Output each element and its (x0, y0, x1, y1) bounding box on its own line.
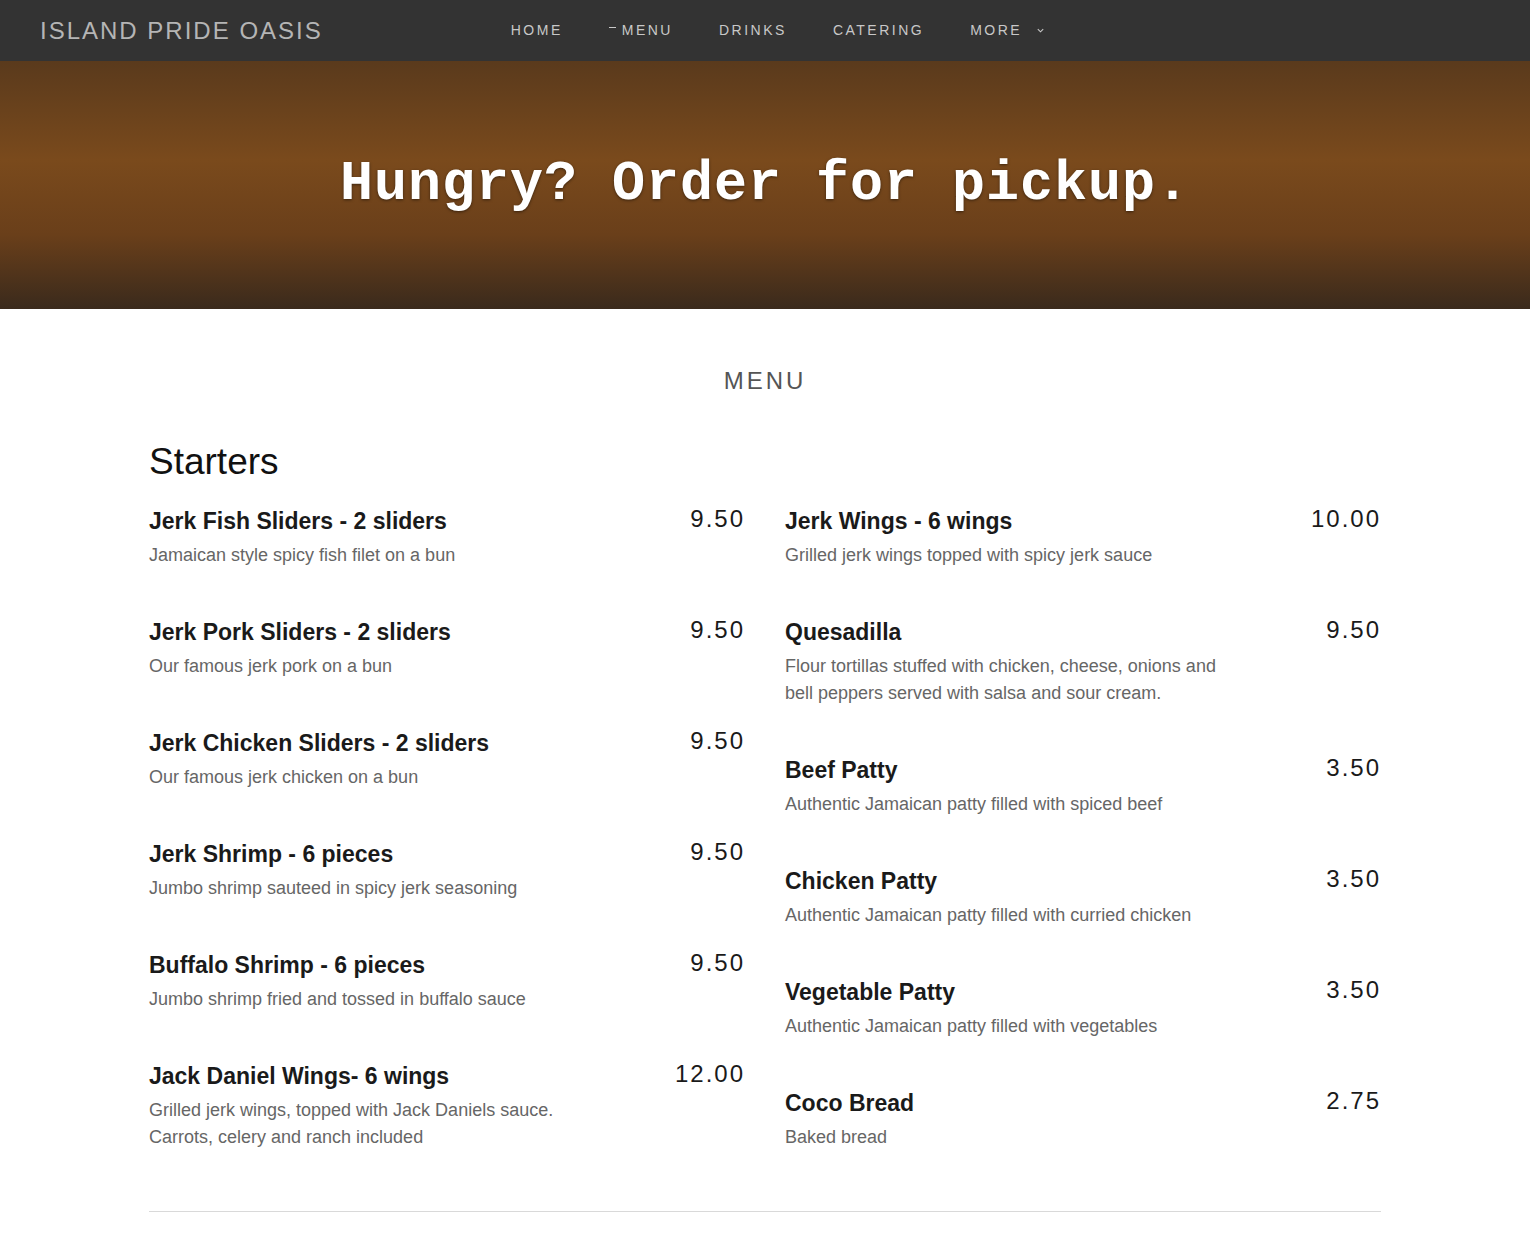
nav-label[interactable]: MORE (970, 20, 1022, 41)
nav-item[interactable]: DRINKS (696, 20, 810, 41)
menu-item-header: Coco Bread 2.75 (785, 1088, 1381, 1118)
menu-item[interactable]: Jerk Chicken Sliders - 2 sliders 9.50 Our … (149, 728, 745, 791)
menu-section: MENU Starters Jerk Fish Sliders - 2 slider… (149, 367, 1381, 1212)
menu-item[interactable]: Quesadilla 9.50 Flour tortillas stuffed wi… (785, 617, 1381, 707)
menu-item[interactable]: Jack Daniel Wings- 6 wings 12.00 Grilled j… (149, 1061, 745, 1151)
item-name: Jerk Shrimp - 6 pieces (149, 839, 393, 869)
item-name: Jerk Wings - 6 wings (785, 506, 1012, 536)
menu-item-header: Jack Daniel Wings- 6 wings 12.00 (149, 1061, 745, 1091)
item-name: Jerk Chicken Sliders - 2 sliders (149, 728, 489, 758)
nav-links: HOME MENU DRINKS CATERING MORE (488, 20, 1068, 41)
nav-label[interactable]: CATERING (833, 20, 924, 41)
item-price: 10.00 (1311, 506, 1381, 532)
item-description: Grilled jerk wings, topped with Jack Dan… (149, 1097, 599, 1151)
menu-item[interactable]: Beef Patty 3.50 Authentic Jamaican patty f… (785, 755, 1381, 818)
item-name: Jack Daniel Wings- 6 wings (149, 1061, 449, 1091)
section-divider (149, 1211, 1381, 1212)
nav-label[interactable]: DRINKS (719, 20, 787, 41)
item-description: Baked bread (785, 1124, 1235, 1151)
item-price: 3.50 (1326, 755, 1381, 781)
item-price: 9.50 (1326, 617, 1381, 643)
item-description: Jumbo shrimp fried and tossed in buffalo… (149, 986, 599, 1013)
menu-item-header: Jerk Chicken Sliders - 2 sliders 9.50 (149, 728, 745, 758)
category-title: Starters (149, 440, 1381, 484)
nav-label[interactable]: HOME (511, 20, 563, 41)
menu-item[interactable]: Jerk Shrimp - 6 pieces 9.50 Jumbo shrimp s… (149, 839, 745, 902)
item-description: Our famous jerk pork on a bun (149, 653, 599, 680)
item-name: Jerk Fish Sliders - 2 sliders (149, 506, 447, 536)
item-price: 2.75 (1326, 1088, 1381, 1114)
item-description: Authentic Jamaican patty filled with veg… (785, 1013, 1235, 1040)
menu-item-header: Chicken Patty 3.50 (785, 866, 1381, 896)
menu-item[interactable]: Jerk Wings - 6 wings 10.00 Grilled jerk wi… (785, 506, 1381, 569)
menu-item-header: Jerk Pork Sliders - 2 sliders 9.50 (149, 617, 745, 647)
menu-item-header: Beef Patty 3.50 (785, 755, 1381, 785)
item-name: Chicken Patty (785, 866, 937, 896)
item-price: 9.50 (690, 506, 745, 532)
hero-banner: Hungry? Order for pickup. (0, 61, 1530, 309)
menu-item[interactable]: Jerk Pork Sliders - 2 sliders 9.50 Our fam… (149, 617, 745, 680)
menu-item[interactable]: Vegetable Patty 3.50 Authentic Jamaican pa… (785, 977, 1381, 1040)
menu-column: Jerk Fish Sliders - 2 sliders 9.50 Jamaica… (149, 506, 745, 1199)
menu-item-header: Buffalo Shrimp - 6 pieces 9.50 (149, 950, 745, 980)
item-description: Grilled jerk wings topped with spicy jer… (785, 542, 1235, 569)
item-name: Vegetable Patty (785, 977, 955, 1007)
item-name: Jerk Pork Sliders - 2 sliders (149, 617, 451, 647)
nav-item[interactable]: MORE (947, 20, 1068, 41)
item-description: Jumbo shrimp sauteed in spicy jerk seaso… (149, 875, 599, 902)
item-description: Flour tortillas stuffed with chicken, ch… (785, 653, 1235, 707)
item-price: 9.50 (690, 950, 745, 976)
menu-grid: Jerk Fish Sliders - 2 sliders 9.50 Jamaica… (149, 506, 1381, 1199)
current-marker (609, 27, 616, 28)
menu-item[interactable]: Jerk Fish Sliders - 2 sliders 9.50 Jamaica… (149, 506, 745, 569)
item-price: 9.50 (690, 839, 745, 865)
item-name: Beef Patty (785, 755, 897, 785)
site-brand[interactable]: ISLAND PRIDE OASIS (40, 13, 323, 49)
item-name: Quesadilla (785, 617, 901, 647)
item-price: 3.50 (1326, 977, 1381, 1003)
nav-item[interactable]: CATERING (810, 20, 947, 41)
menu-item-header: Jerk Fish Sliders - 2 sliders 9.50 (149, 506, 745, 536)
menu-item-header: Vegetable Patty 3.50 (785, 977, 1381, 1007)
menu-title: MENU (149, 367, 1381, 396)
item-name: Coco Bread (785, 1088, 914, 1118)
menu-item[interactable]: Coco Bread 2.75 Baked bread (785, 1088, 1381, 1151)
menu-item[interactable]: Buffalo Shrimp - 6 pieces 9.50 Jumbo shrim… (149, 950, 745, 1013)
nav-item[interactable]: HOME (488, 20, 586, 41)
item-description: Authentic Jamaican patty filled with cur… (785, 902, 1235, 929)
menu-item-header: Jerk Shrimp - 6 pieces 9.50 (149, 839, 745, 869)
top-navbar: ISLAND PRIDE OASIS HOME MENU DRINKS CATERING… (0, 0, 1530, 61)
hero-title: Hungry? Order for pickup. (330, 152, 1200, 218)
menu-item-header: Jerk Wings - 6 wings 10.00 (785, 506, 1381, 536)
item-description: Authentic Jamaican patty filled with spi… (785, 791, 1235, 818)
nav-label[interactable]: MENU (622, 20, 673, 41)
item-description: Our famous jerk chicken on a bun (149, 764, 599, 791)
menu-item-header: Quesadilla 9.50 (785, 617, 1381, 647)
item-price: 9.50 (690, 617, 745, 643)
chevron-down-icon[interactable] (1036, 26, 1045, 35)
item-description: Jamaican style spicy fish filet on a bun (149, 542, 599, 569)
item-price: 9.50 (690, 728, 745, 754)
item-price: 3.50 (1326, 866, 1381, 892)
menu-column: Jerk Wings - 6 wings 10.00 Grilled jerk wi… (785, 506, 1381, 1199)
menu-item[interactable]: Chicken Patty 3.50 Authentic Jamaican patt… (785, 866, 1381, 929)
nav-item[interactable]: MENU (586, 20, 696, 41)
item-price: 12.00 (675, 1061, 745, 1087)
item-name: Buffalo Shrimp - 6 pieces (149, 950, 425, 980)
